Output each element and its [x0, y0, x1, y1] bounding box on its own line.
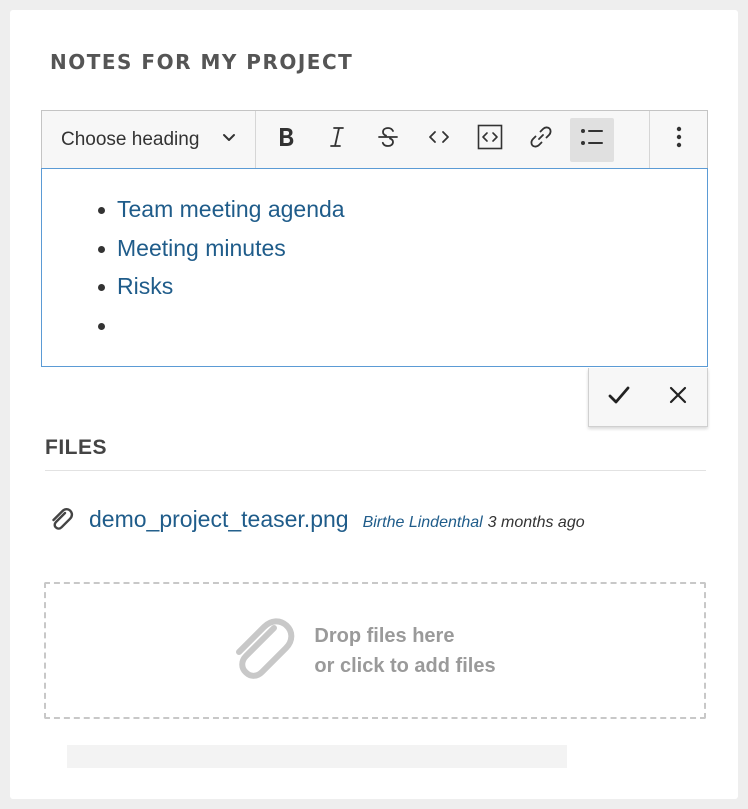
- check-icon: [606, 382, 632, 413]
- paperclip-icon: [48, 506, 76, 534]
- save-button[interactable]: [599, 377, 639, 417]
- heading-dropdown[interactable]: Choose heading: [42, 111, 256, 168]
- bold-icon: [273, 124, 299, 155]
- code-block-icon: [477, 124, 503, 155]
- formatting-tools: [256, 111, 649, 168]
- bold-button[interactable]: [264, 118, 308, 162]
- list-item-link[interactable]: Risks: [117, 273, 173, 299]
- bulleted-list-icon: [579, 124, 605, 155]
- strikethrough-icon: [375, 124, 401, 155]
- italic-icon: [324, 124, 350, 155]
- file-dropzone[interactable]: Drop files here or click to add files: [44, 582, 706, 719]
- chevron-down-icon: [221, 129, 237, 151]
- dropzone-text: Drop files here or click to add files: [314, 621, 495, 681]
- notes-editor[interactable]: Team meeting agenda Meeting minutes Risk…: [41, 168, 708, 367]
- files-divider: [45, 470, 706, 471]
- list-item: [98, 307, 707, 346]
- notes-widget: NOTES FOR MY PROJECT Choose heading Team…: [10, 10, 738, 799]
- editor-actions: [588, 368, 708, 427]
- link-icon: [528, 124, 554, 155]
- notes-title: NOTES FOR MY PROJECT: [50, 50, 354, 74]
- files-title: FILES: [45, 436, 108, 459]
- file-author-link[interactable]: Birthe Lindenthal: [363, 514, 483, 532]
- bulleted-list-button[interactable]: [570, 117, 614, 162]
- file-link[interactable]: demo_project_teaser.png: [89, 506, 349, 533]
- more-vertical-icon: [666, 124, 692, 155]
- cancel-button[interactable]: [658, 377, 698, 417]
- code-button[interactable]: [417, 118, 461, 162]
- placeholder-bar: [67, 745, 567, 768]
- strikethrough-button[interactable]: [366, 118, 410, 162]
- bulleted-list: Team meeting agenda Meeting minutes Risk…: [98, 191, 707, 346]
- code-block-button[interactable]: [468, 118, 512, 162]
- list-item-link[interactable]: Meeting minutes: [117, 235, 286, 261]
- close-icon: [665, 382, 691, 413]
- heading-dropdown-label: Choose heading: [61, 128, 200, 150]
- file-item: demo_project_teaser.png Birthe Lindentha…: [48, 506, 585, 534]
- list-item-link[interactable]: Team meeting agenda: [117, 196, 345, 222]
- editor-toolbar: Choose heading: [41, 110, 708, 168]
- list-item: Meeting minutes: [98, 230, 707, 269]
- link-button[interactable]: [519, 118, 563, 162]
- dropzone-line-1: Drop files here: [314, 624, 455, 647]
- italic-button[interactable]: [315, 118, 359, 162]
- list-item: Team meeting agenda: [98, 191, 707, 230]
- code-icon: [426, 124, 452, 155]
- dropzone-line-2: or click to add files: [314, 654, 496, 677]
- more-options-button[interactable]: [649, 111, 707, 168]
- list-item: Risks: [98, 268, 707, 307]
- file-timestamp: 3 months ago: [487, 514, 585, 531]
- paperclip-icon: [224, 612, 302, 690]
